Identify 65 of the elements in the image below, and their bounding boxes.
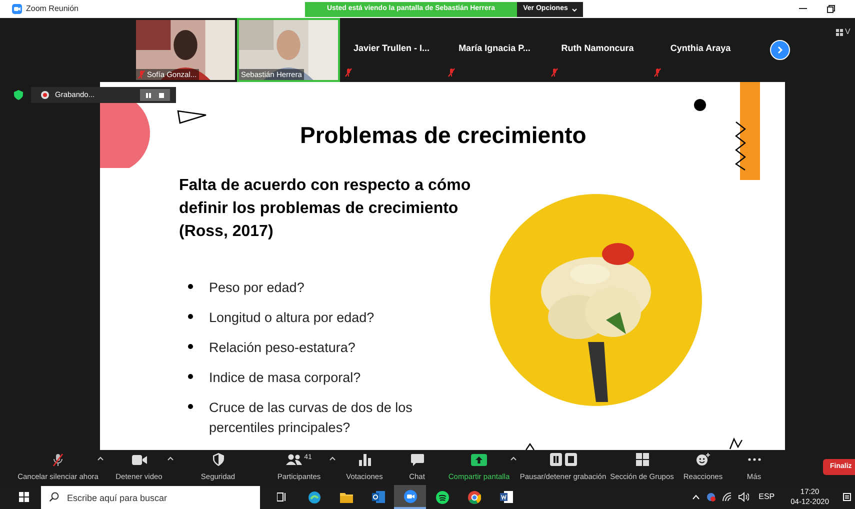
music-app-icon [436, 490, 448, 504]
dot-drawing [694, 99, 706, 111]
browser-icon [468, 490, 480, 504]
grid-icon [636, 453, 648, 466]
triangle-outline-drawing [177, 110, 207, 124]
bullet-icon [188, 284, 193, 289]
speaker-icon[interactable] [738, 492, 749, 502]
wifi-icon[interactable] [722, 492, 732, 502]
bullet-text: Cruce de las curvas de dos de los percentiles principales? [209, 399, 414, 437]
zoom-logo-icon [12, 4, 22, 14]
shield-icon[interactable] [14, 90, 23, 100]
window-title: Zoom Reunión [26, 3, 78, 15]
minimize-icon[interactable] [799, 8, 807, 10]
windows-logo-icon[interactable] [19, 492, 29, 502]
bullet-text: Indice de masa corporal? [209, 369, 361, 387]
bullet-text: Relación peso-estatura? [209, 339, 356, 357]
search-icon [49, 492, 59, 502]
smiley-icon [696, 453, 710, 466]
people-icon [286, 454, 302, 466]
grid-icon[interactable] [836, 28, 843, 36]
caret-up-icon[interactable] [510, 456, 517, 461]
caret-icon [572, 8, 577, 12]
video-camera-icon [132, 454, 146, 465]
stop-icon[interactable] [159, 92, 164, 98]
video-app-icon [404, 490, 416, 502]
next-page-button[interactable] [770, 40, 790, 60]
chevron-right-icon [776, 46, 784, 54]
chevron-up-icon[interactable] [692, 494, 700, 500]
taskbar-app-button[interactable] [394, 485, 426, 509]
bullet-icon [188, 344, 193, 349]
browser-icon [308, 490, 320, 504]
participant-name: Cynthia Araya [669, 42, 732, 55]
more-icon [748, 458, 760, 462]
share-screen-icon [471, 454, 487, 466]
tray-app-icon[interactable] [706, 492, 716, 502]
record-dot-icon [41, 91, 49, 99]
mail-app-icon [372, 491, 384, 503]
pause-icon[interactable] [146, 92, 151, 98]
bullet-icon [188, 404, 193, 409]
squiggle-drawing [525, 443, 535, 450]
muted-mic-icon [52, 452, 64, 467]
participant-name: María Ignacia P... [458, 42, 532, 55]
bar-chart-icon [358, 454, 370, 466]
slide-subtitle: Falta de acuerdo con respecto a cómo definir los problemas de crecimiento (Ross, 2017) [179, 176, 472, 242]
caret-up-icon[interactable] [97, 456, 104, 461]
restore-icon[interactable] [827, 5, 835, 13]
chat-bubble-icon [410, 454, 424, 466]
shield-icon [212, 453, 224, 466]
caret-up-icon[interactable] [329, 456, 336, 461]
bullet-icon [188, 314, 193, 319]
folder-icon [340, 492, 352, 502]
participant-name: Javier Trullen - I... [352, 42, 431, 55]
bullet-text: Peso por edad? [209, 279, 304, 297]
bullet-icon [188, 374, 193, 379]
pause-stop-icon [550, 453, 576, 466]
task-view-icon [277, 492, 287, 502]
notification-icon[interactable] [843, 492, 851, 502]
caret-up-icon[interactable] [167, 456, 174, 461]
document-app-icon [500, 491, 512, 503]
slide-title: Problemas de crecimiento [300, 121, 586, 150]
bullet-text: Longitud o altura por edad? [209, 309, 374, 327]
search-field[interactable]: Escribe aquí para buscar [41, 486, 260, 509]
language-indicator[interactable]: ESP [758, 491, 775, 503]
view-label[interactable]: V [845, 26, 850, 38]
participant-name: Ruth Namoncura [560, 42, 635, 55]
